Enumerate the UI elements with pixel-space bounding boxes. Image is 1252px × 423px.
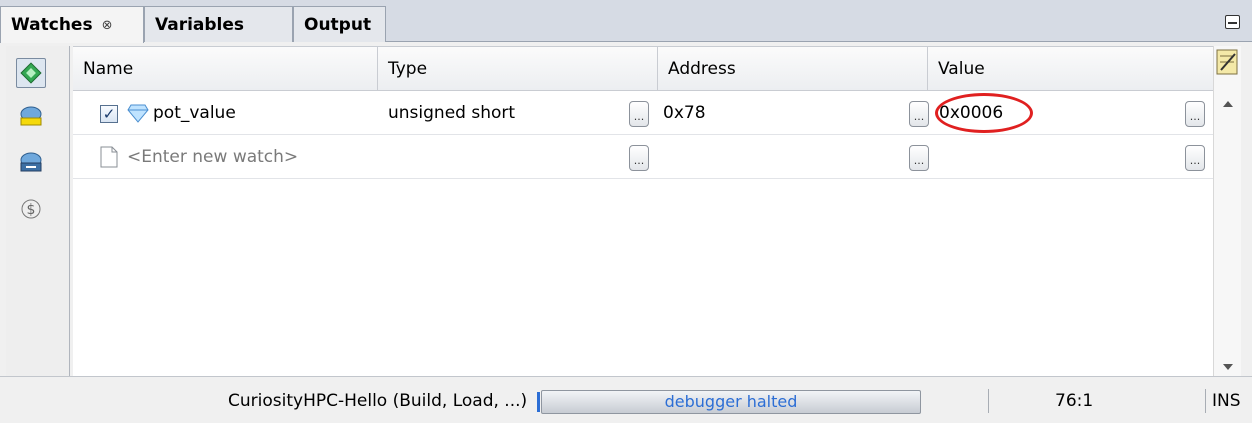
- watch-toolbar: $: [6, 46, 70, 376]
- type-edit-button[interactable]: ...: [629, 145, 649, 171]
- name-cell: pot_value: [127, 91, 236, 135]
- table-row[interactable]: ✓ pot_value unsigned short ... 0x78 ... …: [73, 91, 1213, 135]
- watch-name: pot_value: [153, 103, 236, 123]
- watch-enabled-checkbox[interactable]: ✓: [100, 105, 118, 123]
- runtime-watch-icon: [20, 152, 42, 172]
- tab-close-icon[interactable]: ⊗: [102, 18, 113, 33]
- type-edit-button[interactable]: ...: [629, 101, 649, 127]
- new-runtime-watch-button[interactable]: [16, 102, 46, 132]
- dollar-button[interactable]: $: [16, 194, 46, 224]
- new-watch-page-icon: [100, 146, 118, 168]
- type-cell: unsigned short: [388, 103, 516, 123]
- tab-watches[interactable]: Watches ⊗: [0, 6, 144, 43]
- column-type[interactable]: Type: [378, 47, 658, 91]
- new-watch-input[interactable]: <Enter new watch>: [127, 135, 298, 179]
- new-watch-icon: [20, 62, 42, 84]
- minimize-icon[interactable]: [1225, 15, 1240, 29]
- watch-table: Name Type Address Value ✓ pot_value unsi…: [73, 46, 1213, 376]
- address-edit-button[interactable]: ...: [909, 145, 929, 171]
- tab-variables-label: Variables: [155, 14, 245, 35]
- status-divider: [988, 389, 989, 413]
- address-edit-button[interactable]: ...: [909, 101, 929, 127]
- svg-text:$: $: [27, 202, 36, 218]
- tab-variables[interactable]: Variables: [144, 6, 293, 42]
- scroll-down-icon[interactable]: [1223, 364, 1233, 370]
- vertical-scrollbar[interactable]: [1213, 46, 1241, 376]
- status-divider: [1205, 389, 1206, 413]
- column-value[interactable]: Value: [928, 47, 1213, 91]
- runtime-watch-button[interactable]: [16, 148, 46, 178]
- scroll-up-icon[interactable]: [1223, 101, 1233, 107]
- table-header: Name Type Address Value: [73, 47, 1213, 91]
- value-cell: 0x0006: [939, 103, 1004, 123]
- progress-bar[interactable]: debugger halted: [537, 390, 921, 414]
- status-bar: CuriosityHPC-Hello (Build, Load, ...) de…: [0, 376, 1252, 423]
- column-name[interactable]: Name: [73, 47, 378, 91]
- progress-cap: [537, 392, 540, 412]
- insert-mode: INS: [1212, 391, 1241, 411]
- new-watch-button[interactable]: [16, 58, 46, 88]
- progress-text: debugger halted: [664, 392, 798, 411]
- tab-output[interactable]: Output: [293, 6, 386, 42]
- column-chooser-icon[interactable]: [1215, 48, 1239, 78]
- tab-output-label: Output: [304, 14, 372, 35]
- status-task-label: CuriosityHPC-Hello (Build, Load, ...): [228, 391, 528, 411]
- dollar-icon: $: [21, 199, 41, 219]
- tab-watches-label: Watches: [11, 15, 93, 35]
- new-runtime-watch-icon: [20, 106, 42, 126]
- tab-strip: Watches ⊗ Variables Output: [0, 0, 1252, 43]
- column-address[interactable]: Address: [658, 47, 928, 91]
- value-edit-button[interactable]: ...: [1185, 101, 1205, 127]
- address-cell: 0x78: [663, 103, 706, 123]
- cursor-position: 76:1: [1055, 391, 1094, 411]
- watch-diamond-icon: [127, 104, 149, 123]
- new-watch-row[interactable]: <Enter new watch> ... ... ...: [73, 135, 1213, 179]
- value-edit-button[interactable]: ...: [1185, 145, 1205, 171]
